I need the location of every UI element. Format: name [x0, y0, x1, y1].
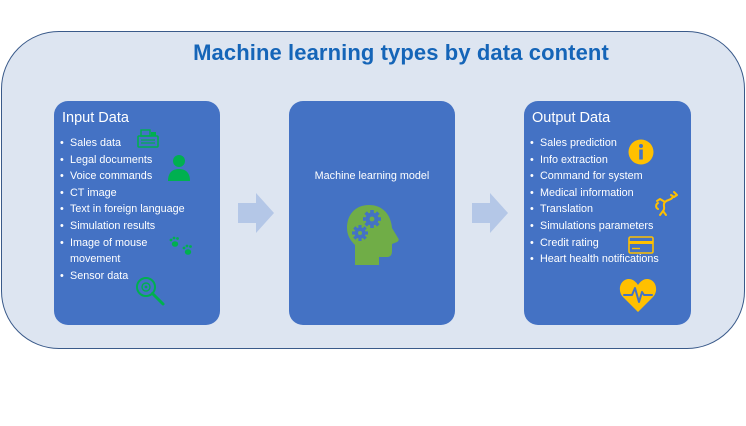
info-icon [628, 139, 654, 165]
head-gears-icon [347, 205, 399, 265]
input-heading: Input Data [62, 110, 129, 126]
input-item: Simulation results [60, 218, 185, 235]
person-icon [168, 155, 190, 181]
diagram-title: Machine learning types by data content [193, 40, 609, 65]
output-item: Simulations parameters [530, 218, 659, 235]
input-item: Text in foreign language [60, 201, 185, 218]
output-item: Translation [530, 201, 659, 218]
credit-card-icon [628, 236, 654, 254]
output-item: Command for system [530, 168, 659, 185]
model-panel: Machine learning model [289, 101, 455, 325]
output-panel: Output Data Sales prediction Info extrac… [524, 101, 691, 325]
cash-register-icon [137, 129, 159, 148]
output-item: Medical information [530, 185, 659, 202]
heart-rate-icon [619, 279, 657, 312]
input-item: Sales data [60, 135, 185, 152]
input-item: Image of mouse movement [60, 235, 168, 268]
input-panel: Input Data Sales data Legal documents Vo… [54, 101, 220, 325]
input-item: CT image [60, 185, 185, 202]
output-heading: Output Data [532, 110, 611, 126]
sensor-search-icon [136, 277, 165, 306]
flow-arrow-1 [238, 193, 274, 233]
paw-prints-icon [169, 236, 192, 255]
dragon-icon [655, 191, 678, 216]
model-heading: Machine learning model [314, 170, 430, 182]
flow-arrow-2 [472, 193, 508, 233]
